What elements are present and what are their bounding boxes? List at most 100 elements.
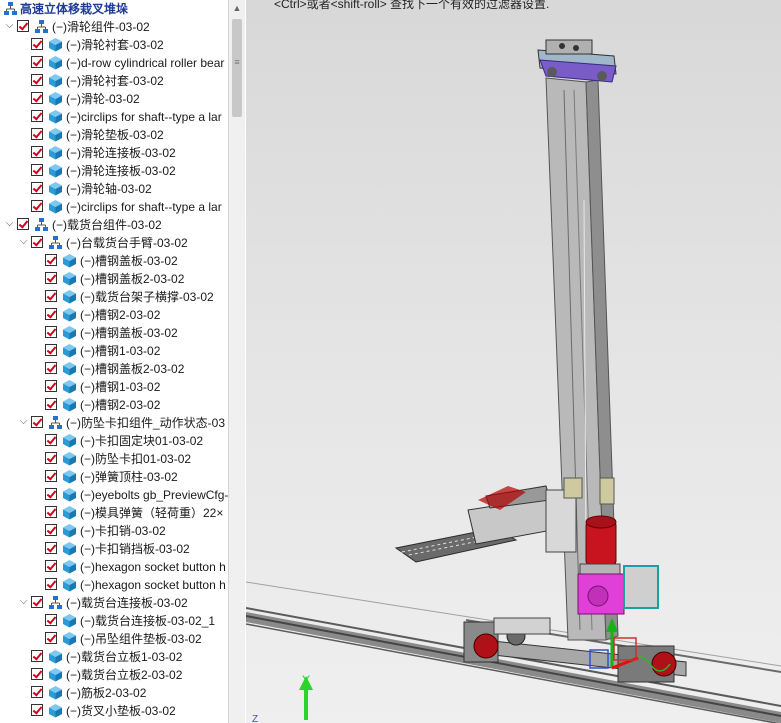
tree-part-item[interactable]: (−)滑轮衬套-03-02 [0,36,228,54]
visibility-checkbox[interactable] [31,146,43,158]
visibility-checkbox[interactable] [45,632,57,644]
visibility-checkbox[interactable] [45,344,57,356]
visibility-checkbox[interactable] [31,56,43,68]
scrollbar-thumb[interactable] [232,19,242,117]
visibility-checkbox[interactable] [31,128,43,140]
expand-chevron-icon[interactable]: ⌵ [18,416,29,428]
visibility-checkbox[interactable] [45,434,57,446]
visibility-checkbox[interactable] [31,182,43,194]
tree-part-item[interactable]: (−)模具弹簧（轻荷重）22× [0,504,228,522]
visibility-checkbox[interactable] [45,614,57,626]
tree-part-item[interactable]: (−)circlips for shaft--type a lar [0,108,228,126]
visibility-checkbox[interactable] [17,20,29,32]
visibility-checkbox[interactable] [45,308,57,320]
visibility-checkbox[interactable] [45,578,57,590]
3d-viewport[interactable]: Y Z <Ctrl>或者<shift-roll> 查找下一个有效的过滤器设置. [246,0,781,723]
tree-part-item[interactable]: (−)滑轮连接板-03-02 [0,162,228,180]
visibility-checkbox[interactable] [31,596,43,608]
tree-item-label: (−)载货台连接板-03-02_1 [80,614,216,628]
tree-part-item[interactable]: (−)circlips for shaft--type a lar [0,198,228,216]
tree-scrollbar[interactable]: ▲ ≡ [228,0,245,723]
visibility-checkbox[interactable] [45,362,57,374]
tree-assembly-item[interactable]: ⌵ (−)载货台组件-03-02 [0,216,228,234]
visibility-checkbox[interactable] [17,218,29,230]
expand-chevron-icon[interactable]: ⌵ [18,236,29,248]
tree-part-item[interactable]: (−)d-row cylindrical roller bear [0,54,228,72]
visibility-checkbox[interactable] [31,200,43,212]
visibility-checkbox[interactable] [45,542,57,554]
tree-part-item[interactable]: (−)槽钢盖板-03-02 [0,252,228,270]
tree-part-item[interactable]: (−)吊坠组件垫板-03-02 [0,630,228,648]
visibility-checkbox[interactable] [45,326,57,338]
tree-part-item[interactable]: (−)卡扣销挡板-03-02 [0,540,228,558]
visibility-checkbox[interactable] [31,686,43,698]
tree-part-item[interactable]: (−)hexagon socket button h [0,558,228,576]
tree-part-item[interactable]: (−)槽钢1-03-02 [0,342,228,360]
visibility-checkbox[interactable] [45,560,57,572]
visibility-checkbox[interactable] [31,416,43,428]
part-cube-icon [62,361,77,376]
axis-z-label: Z [252,714,258,723]
tree-assembly-item[interactable]: ⌵ (−)防坠卡扣组件_动作状态-03 [0,414,228,432]
tree-part-item[interactable]: (−)卡扣销-03-02 [0,522,228,540]
tree-part-item[interactable]: (−)滑轮连接板-03-02 [0,144,228,162]
tree-assembly-item[interactable]: ⌵ (−)载货台连接板-03-02 [0,594,228,612]
tree-assembly-item[interactable]: ⌵ (−)滑轮组件-03-02 [0,18,228,36]
part-cube-icon [48,55,63,70]
tree-part-item[interactable]: (−)滑轮轴-03-02 [0,180,228,198]
tree-assembly-item[interactable]: ⌵ (−)台载货台手臂-03-02 [0,234,228,252]
tree-part-item[interactable]: (−)槽钢盖板2-03-02 [0,270,228,288]
expand-chevron-icon[interactable]: ⌵ [4,218,15,230]
tree-part-item[interactable]: (−)槽钢盖板-03-02 [0,324,228,342]
scroll-up-icon[interactable]: ▲ [229,0,245,17]
tree-item-label: (−)载货台立板1-03-02 [66,650,183,664]
tree-part-item[interactable]: (−)载货台架子横撑-03-02 [0,288,228,306]
tree-part-item[interactable]: (−)货叉小垫板-03-02 [0,702,228,720]
tree-part-item[interactable]: (−)槽钢2-03-02 [0,306,228,324]
visibility-checkbox[interactable] [31,650,43,662]
visibility-checkbox[interactable] [45,272,57,284]
tree-part-item[interactable]: (−)槽钢2-03-02 [0,396,228,414]
tree-item-label: (−)hexagon socket button h [80,578,226,592]
tree-part-item[interactable]: (−)卡扣固定块01-03-02 [0,432,228,450]
visibility-checkbox[interactable] [31,74,43,86]
visibility-checkbox[interactable] [31,704,43,716]
visibility-checkbox[interactable] [31,110,43,122]
tree-item-label: (−)筋板2-03-02 [66,686,147,700]
visibility-checkbox[interactable] [45,452,57,464]
visibility-checkbox[interactable] [31,236,43,248]
visibility-checkbox[interactable] [31,38,43,50]
tree-part-item[interactable]: (−)滑轮-03-02 [0,90,228,108]
tree-part-item[interactable]: (−)防坠卡扣01-03-02 [0,450,228,468]
visibility-checkbox[interactable] [45,524,57,536]
part-cube-icon [62,343,77,358]
tree-part-item[interactable]: (−)载货台立板1-03-02 [0,648,228,666]
expand-chevron-icon[interactable]: ⌵ [18,596,29,608]
tree-root-item[interactable]: 高速立体移栽叉堆垛 [0,0,228,18]
tree-part-item[interactable]: (−)载货台连接板-03-02_1 [0,612,228,630]
visibility-checkbox[interactable] [45,398,57,410]
tree-part-item[interactable]: (−)弹簧顶柱-03-02 [0,468,228,486]
tree-part-item[interactable]: (−)滑轮垫板-03-02 [0,126,228,144]
3d-model-canvas[interactable]: Y Z [246,0,781,723]
visibility-checkbox[interactable] [45,254,57,266]
visibility-checkbox[interactable] [45,290,57,302]
visibility-checkbox[interactable] [45,488,57,500]
tree-part-item[interactable]: (−)载货台立板2-03-02 [0,666,228,684]
tree-part-item[interactable]: (−)hexagon socket button h [0,576,228,594]
tree-part-item[interactable]: (−)滑轮衬套-03-02 [0,72,228,90]
tree-part-item[interactable]: (−)eyebolts gb_PreviewCfg- [0,486,228,504]
visibility-checkbox[interactable] [31,92,43,104]
visibility-checkbox[interactable] [31,164,43,176]
visibility-checkbox[interactable] [45,380,57,392]
tree-part-item[interactable]: (−)槽钢盖板2-03-02 [0,360,228,378]
tree-part-item[interactable]: (−)筋板2-03-02 [0,684,228,702]
tree-part-item[interactable]: (−)槽钢1-03-02 [0,378,228,396]
global-axis-indicator: Y Z [252,673,313,723]
part-cube-icon [62,559,77,574]
part-cube-icon [48,649,63,664]
expand-chevron-icon[interactable]: ⌵ [4,20,15,32]
visibility-checkbox[interactable] [45,470,57,482]
visibility-checkbox[interactable] [31,668,43,680]
visibility-checkbox[interactable] [45,506,57,518]
